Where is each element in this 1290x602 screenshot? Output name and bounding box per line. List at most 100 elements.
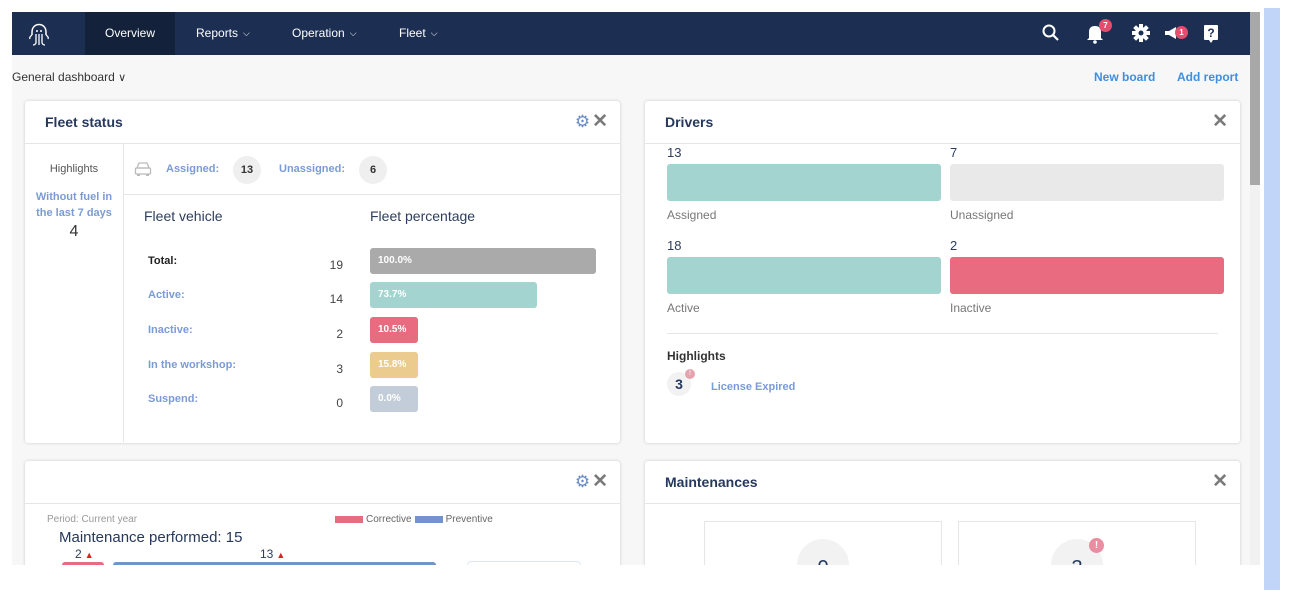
fleet-vehicle-heading: Fleet vehicle xyxy=(144,208,223,224)
card-tools: ✕ xyxy=(1212,470,1228,493)
card-title: Drivers xyxy=(665,114,714,130)
divider xyxy=(667,333,1218,334)
period-label: Period: Current year xyxy=(47,514,138,525)
license-expired-link[interactable]: License Expired xyxy=(711,381,795,393)
nav-operation[interactable]: Operation ⌵ xyxy=(292,12,357,55)
nav-overview-label: Overview xyxy=(104,26,155,40)
driver-stat-bar[interactable] xyxy=(950,257,1224,294)
close-icon[interactable]: ✕ xyxy=(592,470,608,493)
card-header: Drivers ✕ xyxy=(645,101,1240,144)
help-icon[interactable]: ? xyxy=(1200,22,1222,44)
fleet-percentage-bar: 0.0% xyxy=(370,386,418,412)
notifications-badge: 7 xyxy=(1099,19,1112,32)
svg-text:?: ? xyxy=(1207,26,1214,40)
gear-icon[interactable] xyxy=(1130,22,1152,44)
maintenances-card: Maintenances ✕ 0 3 ! xyxy=(645,461,1240,565)
corrective-value: 2 xyxy=(75,547,82,561)
card-tools: ✕ xyxy=(1212,110,1228,133)
nav-fleet[interactable]: Fleet ⌵ xyxy=(399,12,438,55)
driver-stat-value: 7 xyxy=(950,145,958,160)
without-fuel-link[interactable]: Without fuel in the last 7 days xyxy=(25,189,123,221)
new-board-link[interactable]: New board xyxy=(1094,70,1155,84)
corrective-value-wrap: 2 ▲ xyxy=(75,547,94,561)
card-header: ⚙ ✕ xyxy=(25,461,620,504)
fleet-row-label[interactable]: Active: xyxy=(148,289,185,301)
fleet-status-card: Fleet status ⚙ ✕ Highlights Without fuel… xyxy=(25,101,620,443)
nav-reports[interactable]: Reports ⌵ xyxy=(196,12,250,55)
fleet-row-label[interactable]: In the workshop: xyxy=(148,359,236,371)
announcements-button[interactable]: 1 xyxy=(1162,22,1188,44)
top-navbar: Overview Reports ⌵ Operation ⌵ Fleet ⌵ 7 1 … xyxy=(12,12,1250,55)
driver-stat-bar[interactable] xyxy=(667,164,941,201)
preventive-value: 13 xyxy=(260,547,274,561)
without-fuel-count: 4 xyxy=(69,223,79,240)
driver-stat-bar[interactable] xyxy=(950,164,1224,201)
legend: Corrective Preventive xyxy=(335,514,493,525)
maintenance-performed-card: ⚙ ✕ Period: Current year Corrective Prev… xyxy=(25,461,620,565)
fleet-row-label: Total: xyxy=(148,255,178,267)
fleet-row-label[interactable]: Suspend: xyxy=(148,393,198,405)
corrective-bar xyxy=(62,562,104,565)
scrollbar-thumb[interactable] xyxy=(1250,12,1260,185)
dashboard-toolbar: General dashboard ∨ New board Add report xyxy=(12,55,1250,100)
alert-icon: ! xyxy=(685,369,695,379)
driver-stat-label: Assigned xyxy=(667,208,717,222)
legend-swatch-corrective xyxy=(335,516,363,523)
triangle-up-icon: ▲ xyxy=(276,550,286,560)
app-viewport: Overview Reports ⌵ Operation ⌵ Fleet ⌵ 7 1 … xyxy=(12,12,1260,565)
assigned-label: Assigned: xyxy=(166,163,220,175)
fleet-row-value: 3 xyxy=(336,362,343,376)
maintenance-count: 0 xyxy=(797,539,849,565)
maintenance-performed-title: Maintenance performed: 15 xyxy=(59,529,243,546)
card-header: Maintenances ✕ xyxy=(645,461,1240,504)
alert-icon: ! xyxy=(1089,538,1104,553)
legend-preventive: Preventive xyxy=(445,514,493,525)
scrollbar[interactable] xyxy=(1250,12,1260,565)
dashboard-select[interactable]: General dashboard ∨ xyxy=(12,70,126,84)
preventive-value-wrap: 13 ▲ xyxy=(260,547,285,561)
card-tools: ⚙ ✕ xyxy=(575,110,608,133)
driver-stat-value: 13 xyxy=(667,145,682,160)
driver-stat-label: Unassigned xyxy=(950,208,1014,222)
maintenance-box[interactable]: 0 xyxy=(704,521,942,565)
assigned-count: 13 xyxy=(233,156,261,184)
fleet-percentage-bar: 10.5% xyxy=(370,317,418,343)
fleet-row-value: 14 xyxy=(329,292,343,306)
gear-icon[interactable]: ⚙ xyxy=(575,112,590,132)
unassigned-label: Unassigned: xyxy=(279,163,346,175)
fleet-percentage-bar: 100.0% xyxy=(370,248,596,274)
fleet-percentage-heading: Fleet percentage xyxy=(370,208,476,224)
maintenance-box[interactable]: 3 ! xyxy=(958,521,1196,565)
octopus-logo-icon[interactable] xyxy=(26,18,52,48)
fleet-percentage-bar: 15.8% xyxy=(370,352,418,378)
card-header: Fleet status ⚙ ✕ xyxy=(25,101,620,144)
chevron-down-icon: ∨ xyxy=(118,72,127,84)
close-icon[interactable]: ✕ xyxy=(592,110,608,133)
driver-stat-value: 2 xyxy=(950,238,958,253)
chevron-down-icon: ⌵ xyxy=(243,28,250,38)
driver-stat-label: Inactive xyxy=(950,301,992,315)
nav-overview[interactable]: Overview xyxy=(85,12,175,55)
chevron-down-icon: ⌵ xyxy=(349,28,357,38)
drivers-card: Drivers ✕ 13 Assigned 7 Unassigned 18 Active 2… xyxy=(645,101,1240,443)
add-report-link[interactable]: Add report xyxy=(1177,70,1238,84)
highlights-panel: Highlights Without fuel in the last 7 da… xyxy=(25,144,124,442)
close-icon[interactable]: ✕ xyxy=(1212,110,1228,133)
triangle-up-icon: ▲ xyxy=(84,550,94,560)
car-icon xyxy=(134,162,152,176)
preventive-bar xyxy=(113,562,436,565)
driver-stat-bar[interactable] xyxy=(667,257,941,294)
nav-fleet-label: Fleet xyxy=(399,26,426,40)
search-icon[interactable] xyxy=(1040,22,1062,44)
fleet-row-label[interactable]: Inactive: xyxy=(148,324,193,336)
notifications-button[interactable]: 7 xyxy=(1084,19,1112,44)
fleet-percentage-bar: 73.7% xyxy=(370,282,537,308)
highlights-label: Highlights xyxy=(667,349,726,363)
close-icon[interactable]: ✕ xyxy=(1212,470,1228,493)
gear-icon[interactable]: ⚙ xyxy=(575,472,590,492)
legend-corrective: Corrective xyxy=(366,514,412,525)
filter-box[interactable] xyxy=(467,561,581,565)
dashboard-select-label: General dashboard xyxy=(12,70,115,84)
assignment-summary: Assigned: 13 Unassigned: 6 xyxy=(124,144,620,195)
highlights-label: Highlights xyxy=(49,163,99,175)
